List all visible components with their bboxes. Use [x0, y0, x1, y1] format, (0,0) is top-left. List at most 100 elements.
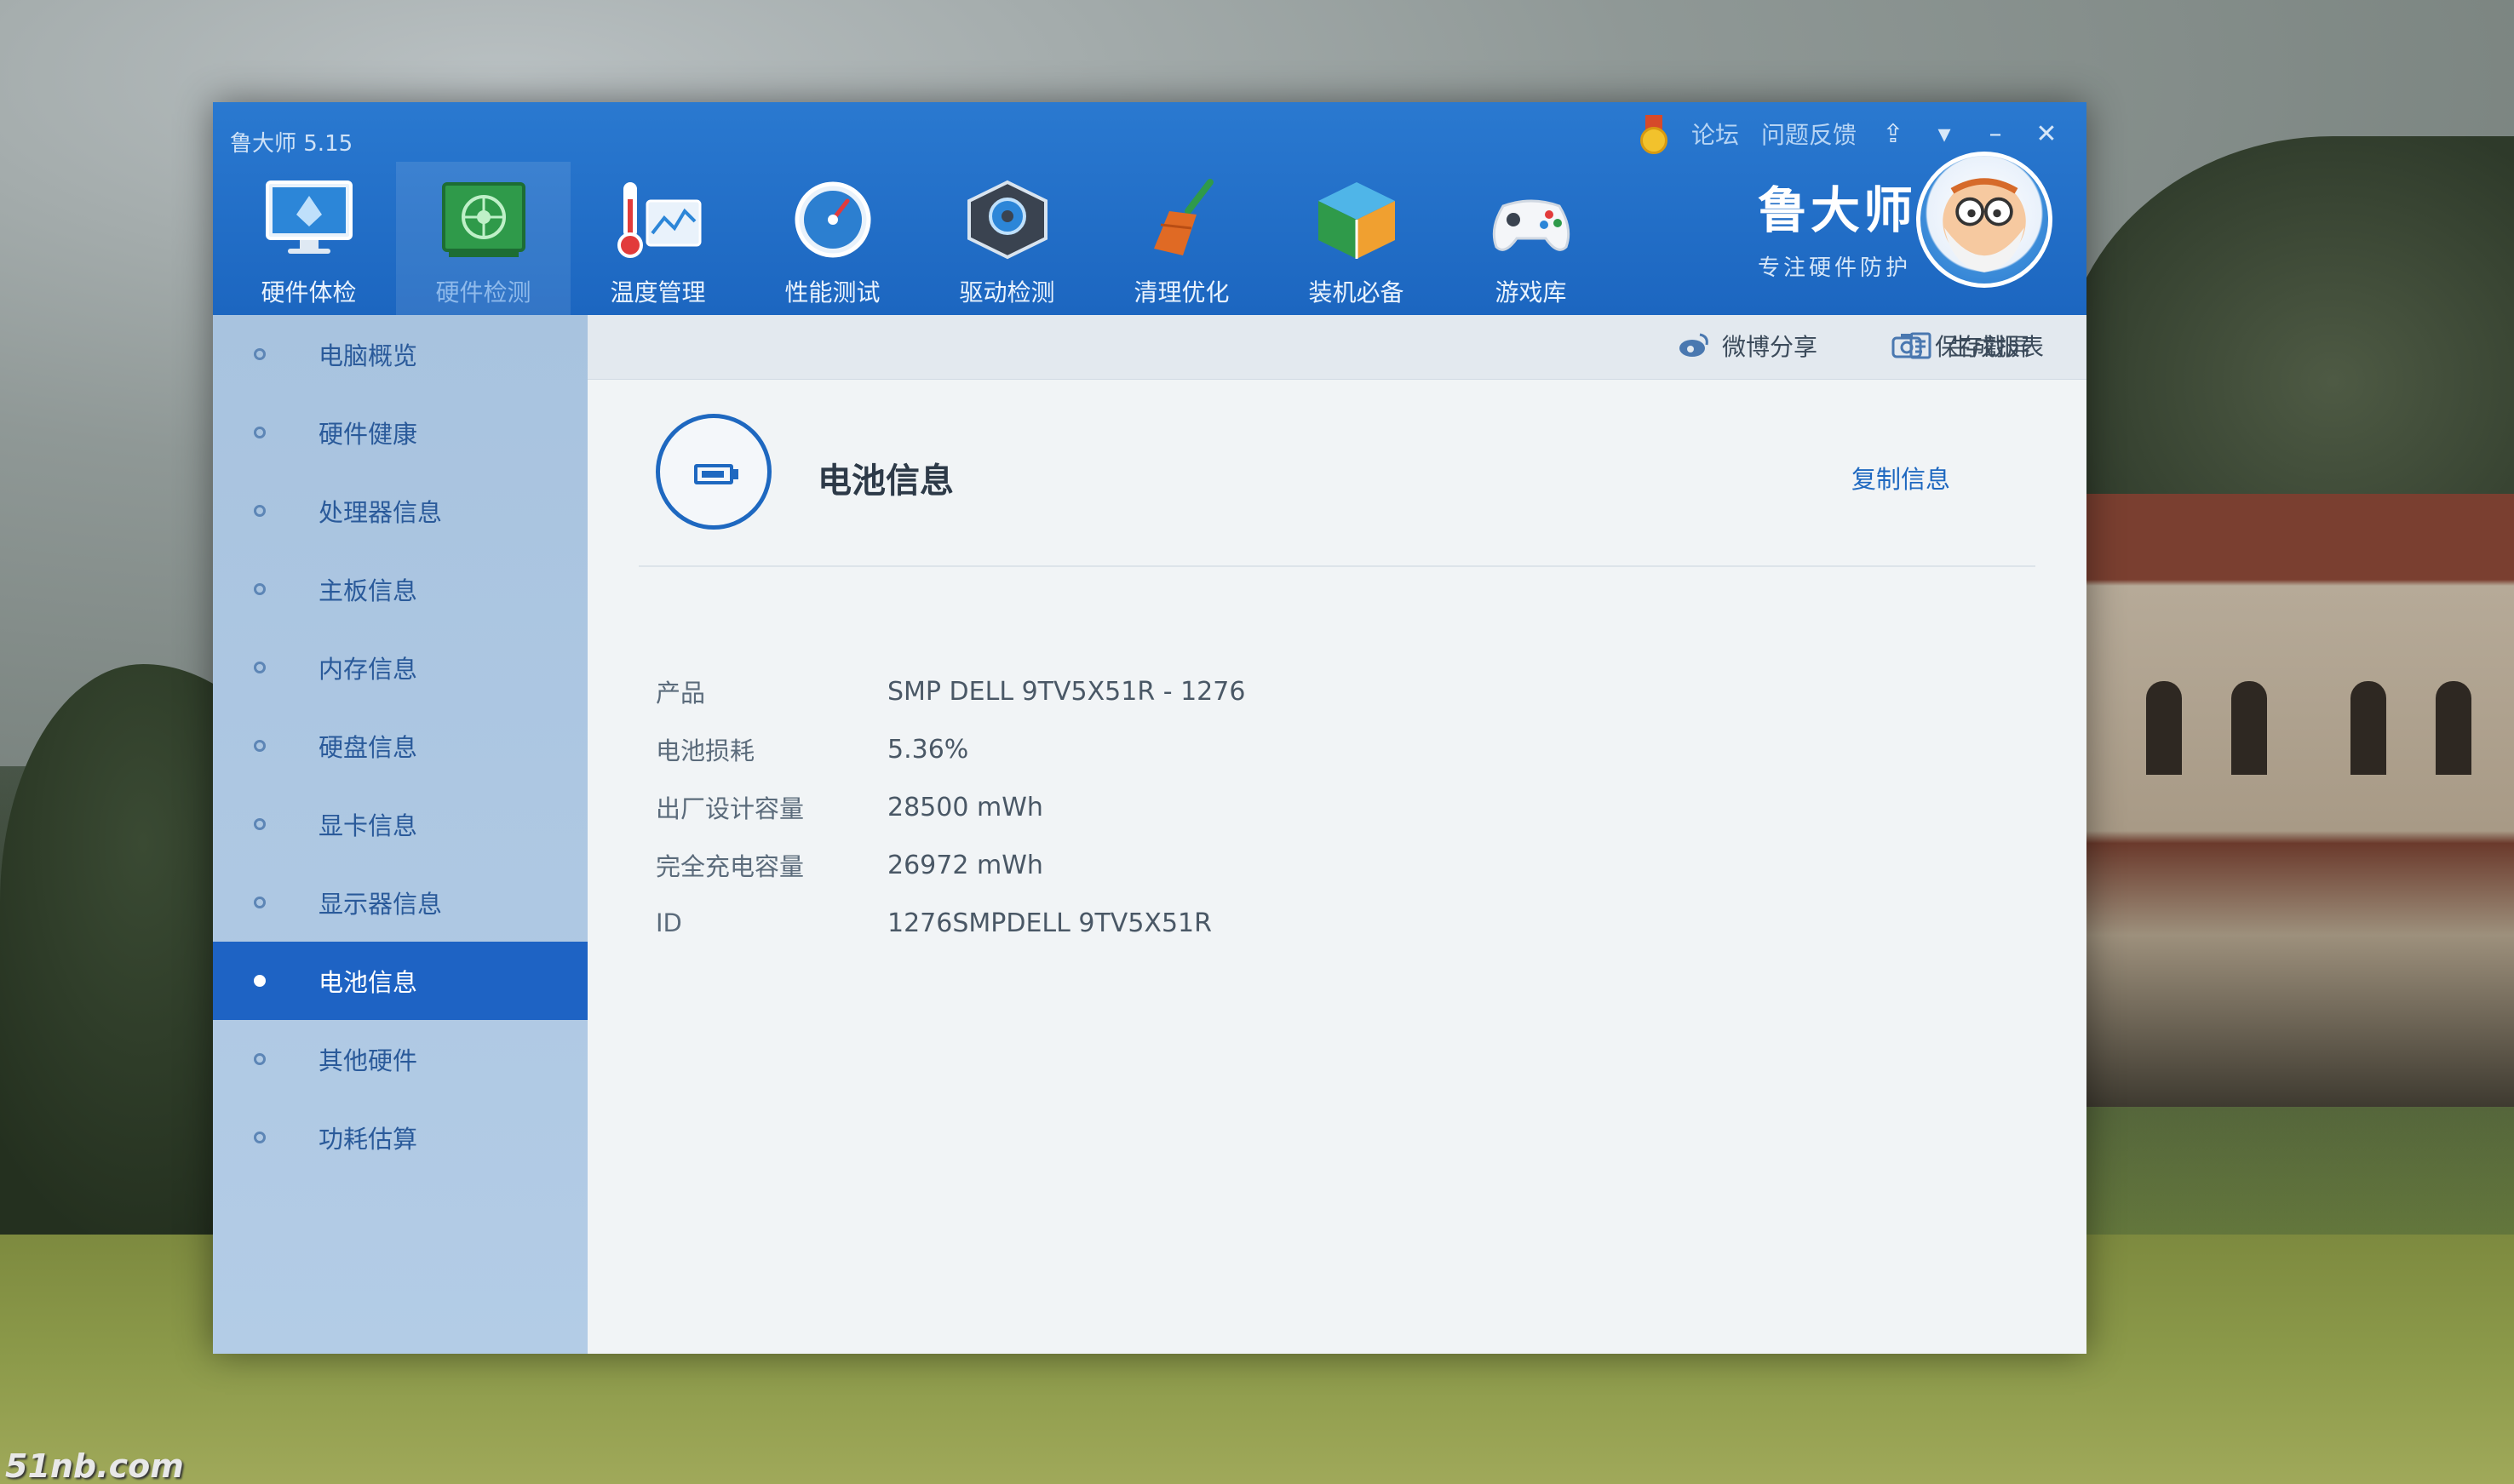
generate-report-button[interactable]: 生成报表 — [1904, 327, 2044, 364]
tool-label: 装机必备 — [1308, 278, 1404, 307]
action-label: 微博分享 — [1722, 333, 1818, 361]
bullet-icon — [254, 740, 266, 752]
forum-link[interactable]: 论坛 — [1691, 117, 1739, 151]
circuit-board-icon — [441, 182, 525, 257]
close-button[interactable]: ✕ — [2032, 119, 2061, 149]
tool-label: 硬件体检 — [261, 278, 357, 307]
tool-label: 硬件检测 — [435, 278, 531, 307]
gamepad-icon — [1492, 199, 1570, 251]
tool-label: 游戏库 — [1495, 278, 1567, 307]
bullet-icon — [254, 427, 266, 438]
sidebar-item-label: 硬件健康 — [319, 420, 418, 449]
tool-hardware-detect[interactable]: 硬件检测 — [396, 162, 571, 315]
weibo-icon — [1679, 333, 1708, 357]
sidebar-item-label: 主板信息 — [319, 576, 418, 605]
watermark: 51nb.com — [5, 1447, 184, 1484]
brand-name: 鲁大师 — [1757, 181, 1916, 239]
sidebar-item-label: 内存信息 — [319, 655, 418, 684]
tool-essentials[interactable]: 装机必备 — [1269, 162, 1444, 315]
info-row-wear: 电池损耗 5.36% — [656, 732, 968, 766]
sidebar-item-display[interactable]: 显示器信息 — [213, 863, 588, 942]
info-value: 5.36% — [887, 734, 969, 765]
battery-info-panel: 电池信息 复制信息 产品 SMP DELL 9TV5X51R - 1276 电池… — [588, 380, 2086, 1354]
report-icon — [1909, 332, 1931, 359]
copy-info-link[interactable]: 复制信息 — [1851, 460, 1950, 496]
bullet-icon — [254, 505, 266, 517]
bullet-icon — [254, 897, 266, 908]
sidebar-item-disk[interactable]: 硬盘信息 — [213, 707, 588, 785]
menu-dropdown-icon[interactable]: ▾ — [1930, 119, 1959, 149]
tool-label: 性能测试 — [784, 278, 881, 307]
sidebar-item-label: 其他硬件 — [319, 1046, 418, 1075]
app-window: 鲁大师 5.15 论坛 问题反馈 ⇪ ▾ – ✕ 硬件体检 硬件检测 温度管理 … — [213, 102, 2086, 1354]
sidebar-item-gpu[interactable]: 显卡信息 — [213, 785, 588, 863]
sidebar-item-motherboard[interactable]: 主板信息 — [213, 550, 588, 628]
upload-icon[interactable]: ⇪ — [1879, 119, 1908, 149]
thermometer-icon — [617, 182, 701, 258]
top-links: 论坛 问题反馈 ⇪ ▾ – ✕ — [1639, 112, 2061, 155]
divider — [639, 565, 2035, 567]
info-row-product: 产品 SMP DELL 9TV5X51R - 1276 — [656, 674, 1245, 708]
tool-temperature[interactable]: 温度管理 — [571, 162, 745, 315]
title-bar: 鲁大师 5.15 论坛 问题反馈 ⇪ ▾ – ✕ 硬件体检 硬件检测 温度管理 … — [213, 102, 2086, 315]
tool-driver[interactable]: 驱动检测 — [920, 162, 1094, 315]
bullet-icon — [254, 1132, 266, 1143]
sidebar-item-battery[interactable]: 电池信息 — [213, 942, 588, 1020]
sidebar: 电脑概览 硬件健康 处理器信息 主板信息 内存信息 硬盘信息 显卡信息 显示器信… — [213, 315, 588, 1354]
info-value: 26972 mWh — [887, 850, 1043, 880]
brand-block: 鲁大师 专注硬件防护 — [1758, 170, 1916, 282]
sidebar-item-cpu[interactable]: 处理器信息 — [213, 472, 588, 550]
sidebar-item-label: 显卡信息 — [319, 811, 418, 840]
sidebar-item-label: 显示器信息 — [319, 890, 443, 919]
info-key: 完全充电容量 — [656, 852, 805, 881]
sidebar-item-label: 电池信息 — [319, 968, 418, 997]
info-key: 产品 — [656, 679, 706, 708]
main-toolbar: 硬件体检 硬件检测 温度管理 性能测试 驱动检测 清理优化 装机必备 游戏库 — [221, 162, 1618, 315]
tool-label: 清理优化 — [1134, 278, 1230, 307]
bullet-icon — [254, 1053, 266, 1065]
mascot-avatar[interactable] — [1916, 152, 2052, 288]
weibo-share-button[interactable]: 微博分享 — [1678, 327, 1817, 364]
gear-cube-icon — [967, 180, 1048, 260]
info-key: 电池损耗 — [656, 736, 755, 765]
broom-icon — [1153, 179, 1214, 255]
tool-games[interactable]: 游戏库 — [1444, 162, 1618, 315]
info-row-id: ID 1276SMPDELL 9TV5X51R — [656, 906, 1212, 940]
tool-label: 温度管理 — [610, 278, 706, 307]
sidebar-item-label: 硬盘信息 — [319, 733, 418, 762]
info-key: 出厂设计容量 — [656, 794, 805, 823]
info-value: 28500 mWh — [887, 792, 1043, 822]
package-box-icon — [1317, 182, 1395, 259]
section-title: 电池信息 — [818, 461, 954, 501]
battery-icon — [656, 414, 772, 530]
sidebar-item-other[interactable]: 其他硬件 — [213, 1020, 588, 1098]
feedback-link[interactable]: 问题反馈 — [1761, 117, 1857, 151]
sidebar-item-overview[interactable]: 电脑概览 — [213, 315, 588, 393]
brand-slogan: 专注硬件防护 — [1757, 255, 1911, 281]
background-building — [2078, 494, 2514, 1107]
medal-icon[interactable] — [1639, 115, 1669, 154]
monitor-icon — [265, 180, 353, 254]
app-title: 鲁大师 5.15 — [230, 131, 353, 157]
info-value: SMP DELL 9TV5X51R - 1276 — [887, 676, 1246, 707]
bullet-icon — [254, 348, 266, 360]
bullet-icon — [254, 818, 266, 830]
action-bar: 微博分享 保存截屏 生成报表 — [588, 315, 2086, 380]
sidebar-item-power[interactable]: 功耗估算 — [213, 1098, 588, 1177]
sidebar-item-health[interactable]: 硬件健康 — [213, 393, 588, 472]
tool-cleanup[interactable]: 清理优化 — [1094, 162, 1269, 315]
sidebar-item-label: 处理器信息 — [319, 498, 443, 527]
bullet-icon — [254, 662, 266, 673]
info-value: 1276SMPDELL 9TV5X51R — [887, 908, 1212, 938]
minimize-button[interactable]: – — [1981, 119, 2010, 149]
tool-label: 驱动检测 — [959, 278, 1055, 307]
sidebar-item-memory[interactable]: 内存信息 — [213, 628, 588, 707]
bullet-icon — [254, 583, 266, 595]
tool-hardware-check[interactable]: 硬件体检 — [221, 162, 396, 315]
tool-performance[interactable]: 性能测试 — [745, 162, 920, 315]
sidebar-item-label: 电脑概览 — [319, 341, 418, 370]
sidebar-item-label: 功耗估算 — [319, 1125, 418, 1154]
info-key: ID — [656, 908, 682, 937]
info-row-full-capacity: 完全充电容量 26972 mWh — [656, 848, 1043, 882]
mascot-face-icon — [1943, 178, 2026, 272]
